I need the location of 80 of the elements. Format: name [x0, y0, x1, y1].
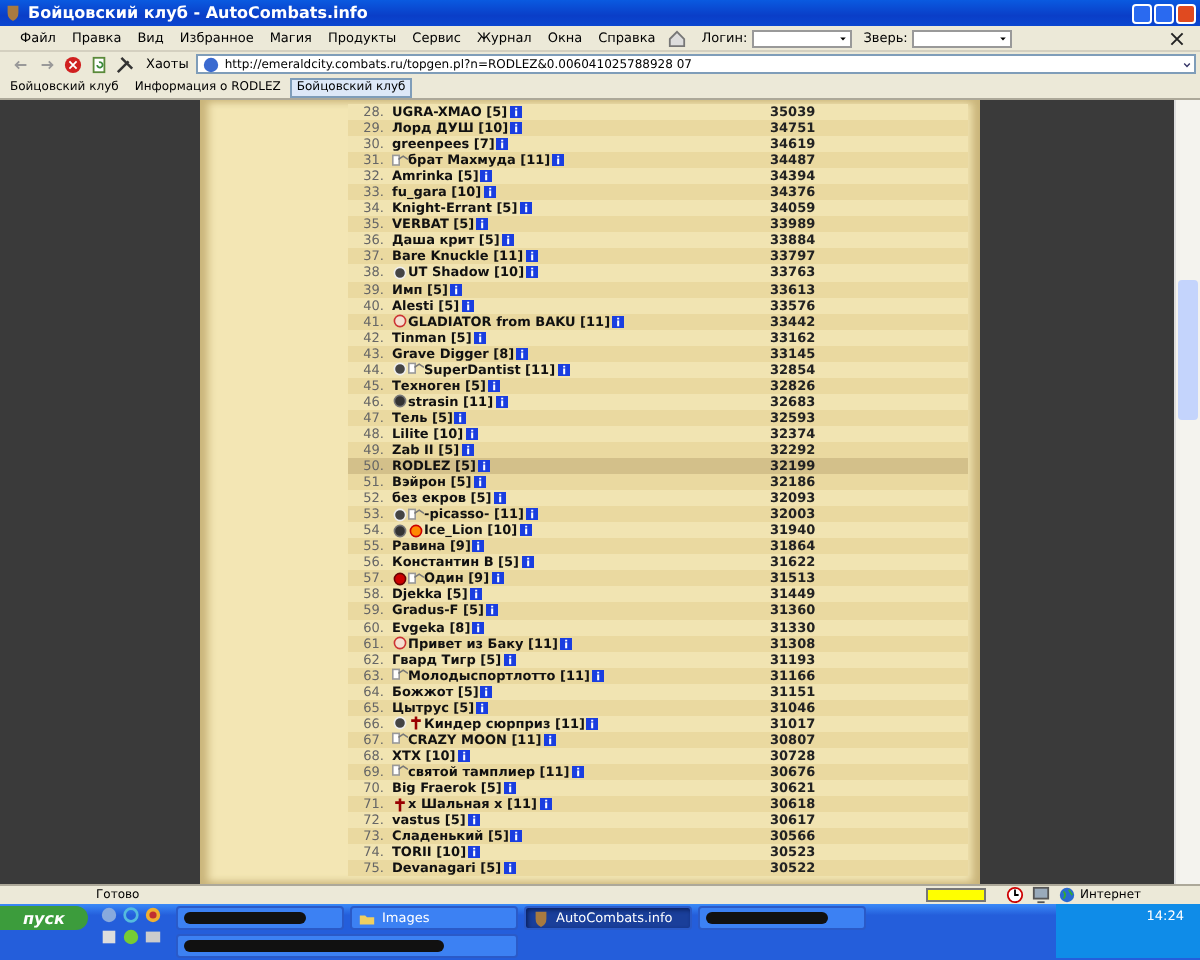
close-button[interactable] — [1176, 3, 1196, 23]
info-icon[interactable] — [612, 315, 625, 328]
info-icon[interactable] — [510, 122, 523, 135]
info-icon[interactable] — [476, 218, 489, 231]
redacted-task-button[interactable] — [176, 934, 518, 958]
folder-icon — [358, 909, 376, 927]
info-icon[interactable] — [501, 234, 514, 247]
info-icon[interactable] — [571, 765, 584, 778]
info-icon[interactable] — [473, 476, 486, 489]
info-icon[interactable] — [493, 492, 506, 505]
window-icon[interactable] — [100, 928, 118, 946]
info-icon[interactable] — [525, 508, 538, 521]
info-icon[interactable] — [560, 637, 573, 650]
emblem-icon — [392, 571, 408, 586]
info-icon[interactable] — [496, 138, 509, 151]
info-icon[interactable] — [476, 701, 489, 714]
info-icon[interactable] — [552, 154, 565, 167]
info-icon[interactable] — [510, 830, 523, 843]
scrollbar-thumb[interactable] — [1178, 280, 1198, 420]
circle-arrows-icon[interactable] — [122, 906, 140, 924]
cross-icon — [392, 797, 408, 812]
info-icon[interactable] — [495, 395, 508, 408]
info-icon[interactable] — [480, 170, 493, 183]
info-icon[interactable] — [473, 331, 486, 344]
refresh-icon[interactable] — [90, 55, 108, 73]
info-icon[interactable] — [483, 186, 496, 199]
info-icon[interactable] — [465, 427, 478, 440]
info-icon[interactable] — [521, 556, 534, 569]
info-icon[interactable] — [526, 266, 539, 279]
info-icon[interactable] — [485, 604, 498, 617]
dropdown-field[interactable] — [751, 29, 852, 47]
emblem-icon — [392, 636, 408, 651]
computer-icon — [1032, 886, 1050, 904]
info-icon[interactable] — [488, 379, 501, 392]
maximize-button[interactable] — [1154, 3, 1174, 23]
info-icon[interactable] — [539, 798, 551, 811]
info-icon[interactable] — [454, 411, 467, 424]
globe-icon — [1058, 886, 1076, 904]
stop-icon[interactable] — [64, 55, 82, 73]
redacted-task-button[interactable] — [698, 906, 866, 930]
window-title: Бойцовский клуб - AutoCombats.info — [28, 4, 370, 22]
tools-icon[interactable] — [116, 55, 134, 73]
info-icon[interactable] — [461, 444, 474, 456]
circle-icon[interactable] — [122, 928, 140, 946]
info-icon[interactable] — [449, 283, 462, 296]
minimize-button[interactable] — [1132, 3, 1152, 23]
info-icon[interactable] — [461, 299, 474, 312]
info-icon[interactable] — [468, 846, 481, 859]
clock-icon — [1006, 886, 1024, 904]
info-icon[interactable] — [557, 363, 570, 376]
info-icon[interactable] — [480, 685, 493, 698]
redacted-task-button[interactable] — [176, 906, 344, 930]
page-icon — [202, 55, 221, 73]
info-icon[interactable] — [525, 250, 538, 263]
dropdown-field[interactable] — [911, 29, 1012, 47]
info-icon[interactable] — [491, 572, 504, 585]
info-icon[interactable] — [472, 621, 485, 634]
info-icon[interactable] — [469, 588, 482, 601]
emblem-icon — [392, 394, 408, 409]
info-icon[interactable] — [519, 524, 532, 537]
info-icon[interactable] — [509, 106, 522, 119]
progress-indicator — [926, 888, 986, 902]
info-icon[interactable] — [503, 781, 516, 794]
info-icon[interactable] — [467, 814, 480, 827]
info-icon[interactable] — [592, 669, 604, 682]
cross-icon — [408, 716, 424, 731]
info-icon[interactable] — [477, 460, 490, 473]
info-icon[interactable] — [457, 749, 470, 762]
monitor-icon[interactable] — [144, 928, 162, 946]
close-toolbar-icon[interactable] — [1170, 31, 1184, 45]
vertical-scrollbar[interactable] — [1174, 100, 1200, 884]
emblem-icon — [392, 314, 408, 329]
info-icon[interactable] — [543, 733, 556, 746]
colorful-circle-icon[interactable] — [144, 906, 162, 924]
info-icon[interactable] — [519, 202, 532, 215]
info-icon[interactable] — [472, 540, 485, 553]
info-icon[interactable] — [503, 862, 516, 875]
info-icon[interactable] — [503, 653, 516, 666]
info-icon[interactable] — [586, 717, 599, 730]
info-icon[interactable] — [516, 347, 529, 360]
